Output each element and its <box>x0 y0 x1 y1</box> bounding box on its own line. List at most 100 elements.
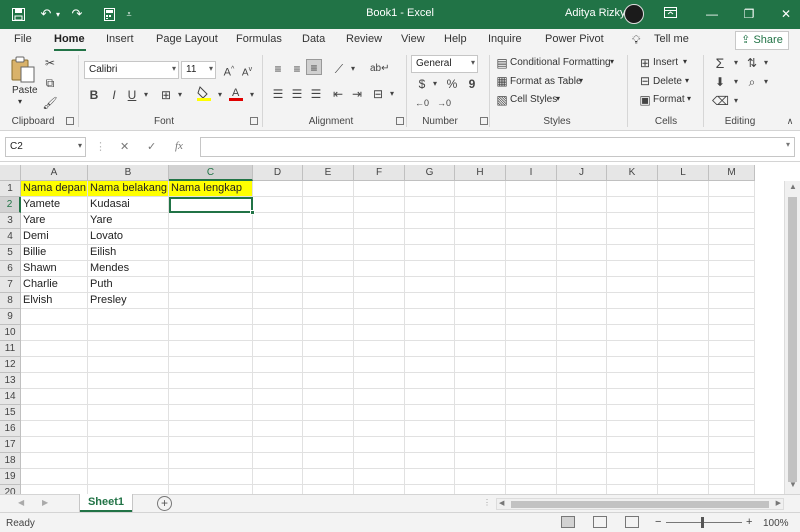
cell-a3[interactable]: Yare <box>21 213 88 229</box>
cell-m10[interactable] <box>709 325 755 341</box>
column-header-i[interactable]: I <box>506 165 557 181</box>
cell-e9[interactable] <box>303 309 354 325</box>
cell-g8[interactable] <box>405 293 455 309</box>
cell-i5[interactable] <box>506 245 557 261</box>
cell-h18[interactable] <box>455 453 506 469</box>
cell-k4[interactable] <box>607 229 658 245</box>
cell-i12[interactable] <box>506 357 557 373</box>
clipboard-launcher-icon[interactable] <box>66 117 74 125</box>
cell-k6[interactable] <box>607 261 658 277</box>
row-header-5[interactable]: 5 <box>0 245 21 261</box>
cell-f16[interactable] <box>354 421 405 437</box>
alignment-launcher-icon[interactable] <box>396 117 404 125</box>
scroll-right-icon[interactable]: ▶ <box>776 499 781 507</box>
fill-color-dropdown-icon[interactable]: ▾ <box>212 87 228 103</box>
cell-d13[interactable] <box>253 373 303 389</box>
cell-m8[interactable] <box>709 293 755 309</box>
cell-h7[interactable] <box>455 277 506 293</box>
scroll-up-icon[interactable]: ▲ <box>785 182 800 196</box>
cell-k3[interactable] <box>607 213 658 229</box>
tab-view[interactable]: View <box>401 33 425 45</box>
horizontal-scrollbar[interactable]: ◀ ▶ <box>496 498 784 510</box>
cell-l3[interactable] <box>658 213 709 229</box>
italic-button[interactable]: I <box>106 87 122 103</box>
cell-h2[interactable] <box>455 197 506 213</box>
zoom-in-icon[interactable]: + <box>746 516 752 528</box>
find-select-dropdown-icon[interactable]: ▾ <box>758 74 774 90</box>
font-color-dropdown-icon[interactable]: ▾ <box>244 87 260 103</box>
number-format-select[interactable]: General ▾ <box>411 55 478 73</box>
column-header-g[interactable]: G <box>405 165 455 181</box>
cell-k13[interactable] <box>607 373 658 389</box>
bottom-align-icon[interactable]: ≡ <box>306 59 322 75</box>
cell-j12[interactable] <box>557 357 607 373</box>
cell-i6[interactable] <box>506 261 557 277</box>
conditional-formatting-icon[interactable]: ▤ <box>494 55 510 71</box>
cell-d20[interactable] <box>253 485 303 494</box>
cell-k11[interactable] <box>607 341 658 357</box>
cell-g11[interactable] <box>405 341 455 357</box>
cell-f14[interactable] <box>354 389 405 405</box>
wrap-text-icon[interactable]: ab↵ <box>370 61 390 77</box>
cell-k14[interactable] <box>607 389 658 405</box>
cell-styles-icon[interactable]: ▧ <box>494 92 510 108</box>
cell-b11[interactable] <box>88 341 169 357</box>
cell-m12[interactable] <box>709 357 755 373</box>
cell-i8[interactable] <box>506 293 557 309</box>
cell-h15[interactable] <box>455 405 506 421</box>
cell-b14[interactable] <box>88 389 169 405</box>
cell-i17[interactable] <box>506 437 557 453</box>
column-header-l[interactable]: L <box>658 165 709 181</box>
cell-j3[interactable] <box>557 213 607 229</box>
cell-k5[interactable] <box>607 245 658 261</box>
cell-h14[interactable] <box>455 389 506 405</box>
cell-e4[interactable] <box>303 229 354 245</box>
cell-c5[interactable] <box>169 245 253 261</box>
cell-f6[interactable] <box>354 261 405 277</box>
cell-h12[interactable] <box>455 357 506 373</box>
cell-m14[interactable] <box>709 389 755 405</box>
normal-view-icon[interactable] <box>561 516 575 528</box>
conditional-formatting-button[interactable]: Conditional Formatting <box>510 57 611 68</box>
cell-a5[interactable]: Billie <box>21 245 88 261</box>
cell-g20[interactable] <box>405 485 455 494</box>
cell-e16[interactable] <box>303 421 354 437</box>
clear-dropdown-icon[interactable]: ▾ <box>728 93 744 109</box>
cell-c11[interactable] <box>169 341 253 357</box>
cell-f5[interactable] <box>354 245 405 261</box>
cell-i4[interactable] <box>506 229 557 245</box>
bold-button[interactable]: B <box>86 87 102 103</box>
cell-a10[interactable] <box>21 325 88 341</box>
zoom-level[interactable]: 100% <box>763 518 789 529</box>
tab-home[interactable]: Home <box>54 33 85 45</box>
row-header-14[interactable]: 14 <box>0 389 21 405</box>
cell-d19[interactable] <box>253 469 303 485</box>
cell-c10[interactable] <box>169 325 253 341</box>
cell-j18[interactable] <box>557 453 607 469</box>
cell-g18[interactable] <box>405 453 455 469</box>
cell-h13[interactable] <box>455 373 506 389</box>
font-name-select[interactable]: Calibri ▾ <box>84 61 179 79</box>
cell-h11[interactable] <box>455 341 506 357</box>
collapse-ribbon-icon[interactable]: ∧ <box>782 113 798 129</box>
row-header-18[interactable]: 18 <box>0 453 21 469</box>
cell-k1[interactable] <box>607 181 658 197</box>
cell-m16[interactable] <box>709 421 755 437</box>
cell-f12[interactable] <box>354 357 405 373</box>
cell-c17[interactable] <box>169 437 253 453</box>
row-header-17[interactable]: 17 <box>0 437 21 453</box>
cell-d18[interactable] <box>253 453 303 469</box>
scroll-thumb[interactable] <box>511 501 769 508</box>
cell-a2[interactable]: Yamete <box>21 197 88 213</box>
add-sheet-icon[interactable]: + <box>157 496 172 511</box>
ribbon-display-icon[interactable] <box>658 3 682 25</box>
cell-f4[interactable] <box>354 229 405 245</box>
cell-f1[interactable] <box>354 181 405 197</box>
cell-c19[interactable] <box>169 469 253 485</box>
format-as-table-icon[interactable]: ▦ <box>494 73 510 89</box>
cell-g4[interactable] <box>405 229 455 245</box>
cell-i13[interactable] <box>506 373 557 389</box>
cell-b8[interactable]: Presley <box>88 293 169 309</box>
cell-j1[interactable] <box>557 181 607 197</box>
cell-l11[interactable] <box>658 341 709 357</box>
